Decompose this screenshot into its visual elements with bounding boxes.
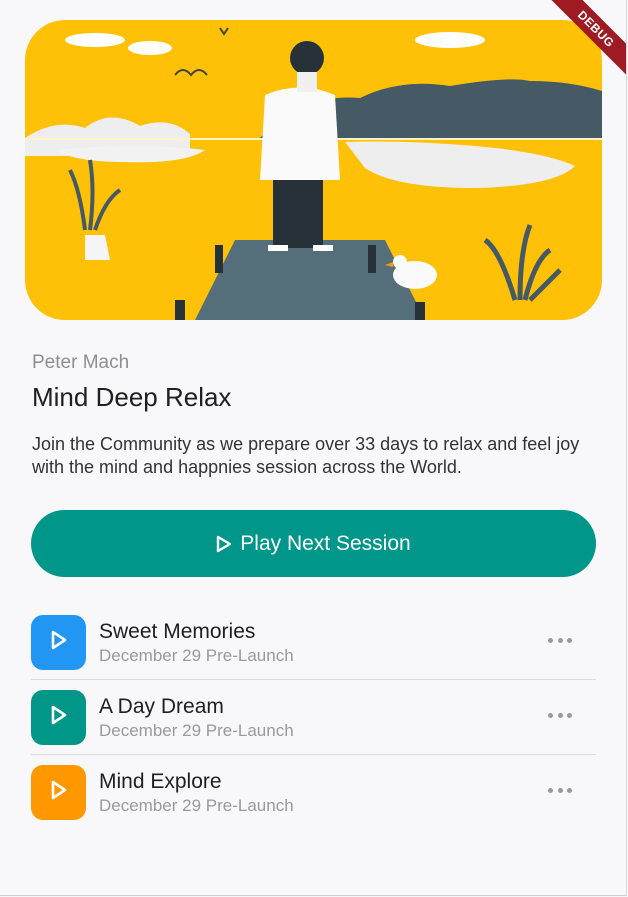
play-icon (50, 705, 68, 730)
track-subtitle: December 29 Pre-Launch (99, 796, 294, 815)
track-title: A Day Dream (99, 695, 224, 718)
session-author: Peter Mach (32, 352, 130, 373)
more-options-icon[interactable] (548, 782, 572, 798)
play-next-session-button[interactable]: Play Next Session (31, 510, 596, 577)
more-options-icon[interactable] (548, 632, 572, 648)
track-row[interactable]: A Day Dream December 29 Pre-Launch (31, 680, 596, 755)
track-row[interactable]: Sweet Memories December 29 Pre-Launch (31, 605, 596, 680)
session-description: Join the Community as we prepare over 33… (32, 434, 580, 477)
hero-illustration (25, 20, 602, 320)
play-icon (50, 630, 68, 655)
track-play-button[interactable] (31, 765, 86, 820)
track-title: Mind Explore (99, 770, 222, 793)
more-options-icon[interactable] (548, 707, 572, 723)
track-play-button[interactable] (31, 615, 86, 670)
track-title: Sweet Memories (99, 620, 256, 643)
track-play-button[interactable] (31, 690, 86, 745)
play-icon (50, 780, 68, 805)
session-title: Mind Deep Relax (32, 382, 232, 412)
track-subtitle: December 29 Pre-Launch (99, 721, 294, 740)
track-list: Sweet Memories December 29 Pre-Launch A … (31, 605, 596, 829)
play-outline-icon (216, 535, 232, 553)
play-next-session-label: Play Next Session (240, 531, 411, 555)
app-frame: DEBUG Peter Mach Mind Deep Relax Join th… (0, 0, 627, 896)
track-row[interactable]: Mind Explore December 29 Pre-Launch (31, 755, 596, 829)
track-subtitle: December 29 Pre-Launch (99, 646, 294, 665)
